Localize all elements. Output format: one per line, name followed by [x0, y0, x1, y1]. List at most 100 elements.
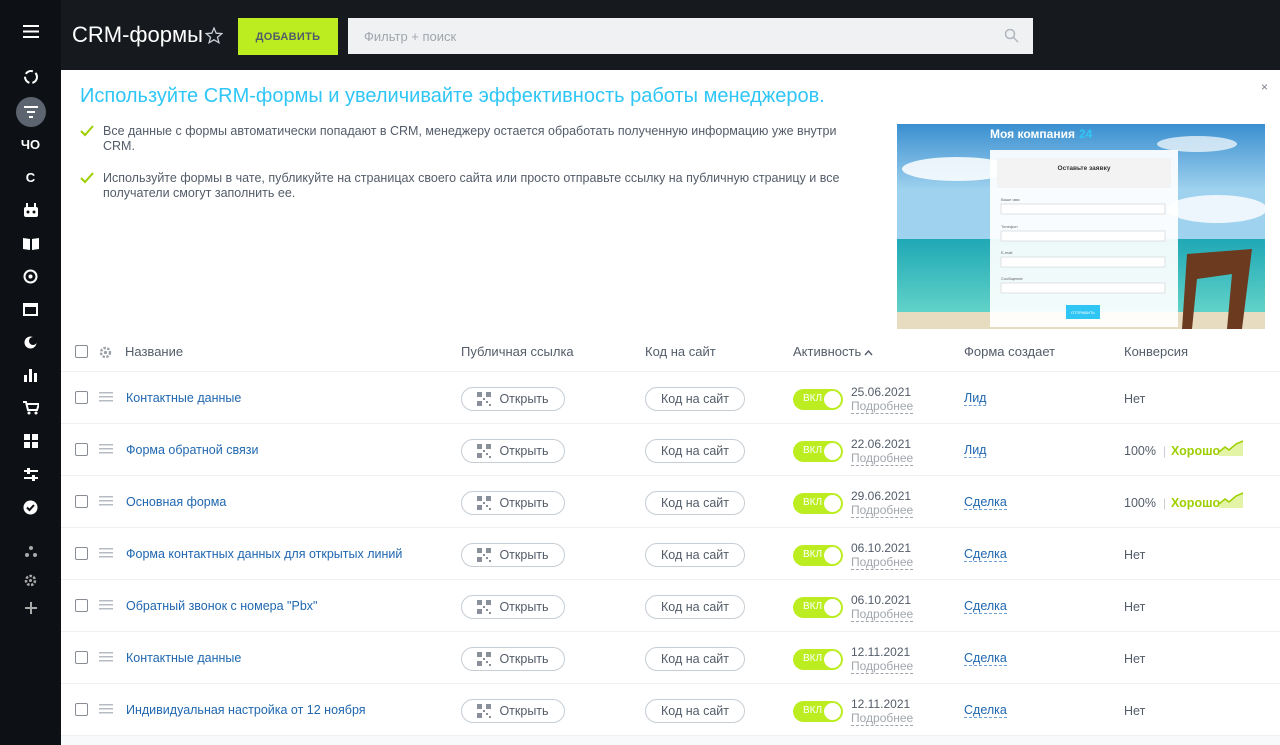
- created-entity-link[interactable]: Сделка: [964, 547, 1007, 562]
- created-entity-link[interactable]: Лид: [964, 391, 987, 406]
- site-code-button[interactable]: Код на сайт: [645, 439, 745, 463]
- row-checkbox[interactable]: [75, 599, 88, 612]
- form-name-link[interactable]: Контактные данные: [126, 391, 241, 405]
- drag-handle-icon[interactable]: [99, 444, 113, 454]
- row-checkbox[interactable]: [75, 443, 88, 456]
- created-entity-link[interactable]: Сделка: [964, 651, 1007, 666]
- drag-handle-icon[interactable]: [99, 704, 113, 714]
- column-header-creates[interactable]: Форма создает: [964, 344, 1055, 359]
- table-row[interactable]: Основная форма Открыть Код на сайт ВКЛ 29.06…: [61, 476, 1280, 528]
- details-link[interactable]: Подробнее: [851, 400, 914, 414]
- drag-handle-icon[interactable]: [99, 548, 113, 558]
- activity-toggle[interactable]: ВКЛ: [793, 441, 843, 462]
- created-entity-link[interactable]: Сделка: [964, 495, 1007, 510]
- table-row[interactable]: Контактные данные Открыть Код на сайт ВКЛ 12…: [61, 632, 1280, 684]
- column-header-name[interactable]: Название: [125, 344, 183, 359]
- open-public-link-button[interactable]: Открыть: [461, 699, 565, 723]
- table-row[interactable]: Форма обратной связи Открыть Код на сайт ВК…: [61, 424, 1280, 476]
- book-icon[interactable]: [15, 229, 46, 257]
- column-header-site-code[interactable]: Код на сайт: [645, 344, 716, 359]
- site-code-button[interactable]: Код на сайт: [645, 699, 745, 723]
- drag-handle-icon[interactable]: [99, 392, 113, 402]
- activity-toggle[interactable]: ВКЛ: [793, 389, 843, 410]
- form-name-link[interactable]: Индивидуальная настройка от 12 ноября: [126, 703, 366, 717]
- created-entity-link[interactable]: Сделка: [964, 599, 1007, 614]
- details-link[interactable]: Подробнее: [851, 452, 914, 466]
- site-code-button[interactable]: Код на сайт: [645, 595, 745, 619]
- rail-item-cho[interactable]: ЧО: [15, 130, 46, 158]
- created-entity-link[interactable]: Лид: [964, 443, 987, 458]
- column-settings-icon[interactable]: [99, 346, 112, 359]
- activity-toggle[interactable]: ВКЛ: [793, 545, 843, 566]
- moon-icon[interactable]: [15, 328, 46, 356]
- open-public-link-button[interactable]: Открыть: [461, 491, 565, 515]
- open-public-link-button[interactable]: Открыть: [461, 647, 565, 671]
- plus-icon[interactable]: [15, 594, 46, 622]
- qr-code-icon: [477, 704, 492, 718]
- activity-toggle[interactable]: ВКЛ: [793, 493, 843, 514]
- rail-item-s[interactable]: С: [15, 163, 46, 191]
- qr-code-icon: [477, 444, 492, 458]
- table-row[interactable]: Обратный звонок с номера "Pbx" Открыть Код…: [61, 580, 1280, 632]
- row-checkbox[interactable]: [75, 391, 88, 404]
- apps-icon[interactable]: [15, 427, 46, 455]
- row-checkbox[interactable]: [75, 547, 88, 560]
- details-link[interactable]: Подробнее: [851, 712, 914, 726]
- table-row[interactable]: Индивидуальная настройка от 12 ноября Отк…: [61, 684, 1280, 736]
- sliders-icon[interactable]: [15, 460, 46, 488]
- settings-icon[interactable]: [15, 566, 46, 594]
- open-public-link-button[interactable]: Открыть: [461, 543, 565, 567]
- banner-close-button[interactable]: ×: [1261, 80, 1268, 94]
- site-code-button[interactable]: Код на сайт: [645, 647, 745, 671]
- activity-toggle[interactable]: ВКЛ: [793, 701, 843, 722]
- table-row[interactable]: Форма контактных данных для открытых лин…: [61, 528, 1280, 580]
- window-icon[interactable]: [15, 295, 46, 323]
- star-icon[interactable]: [205, 27, 223, 44]
- robot-icon[interactable]: [15, 196, 46, 224]
- row-checkbox[interactable]: [75, 651, 88, 664]
- form-name-link[interactable]: Контактные данные: [126, 651, 241, 665]
- open-public-link-button[interactable]: Открыть: [461, 439, 565, 463]
- created-entity-link[interactable]: Сделка: [964, 703, 1007, 718]
- open-public-link-button[interactable]: Открыть: [461, 387, 565, 411]
- sort-asc-icon[interactable]: [864, 350, 873, 356]
- open-public-link-button[interactable]: Открыть: [461, 595, 565, 619]
- filter-icon[interactable]: [16, 97, 46, 127]
- search-icon[interactable]: [1004, 28, 1019, 43]
- target-icon[interactable]: [15, 262, 46, 290]
- row-checkbox[interactable]: [75, 703, 88, 716]
- form-name-link[interactable]: Форма контактных данных для открытых лин…: [126, 547, 402, 561]
- column-header-activity[interactable]: Активность: [793, 344, 861, 359]
- details-link[interactable]: Подробнее: [851, 608, 914, 622]
- form-name-link[interactable]: Основная форма: [126, 495, 226, 509]
- recycle-icon[interactable]: [15, 63, 46, 91]
- table-row[interactable]: Контактные данные Открыть Код на сайт ВКЛ 25…: [61, 372, 1280, 424]
- column-header-conversion[interactable]: Конверсия: [1124, 344, 1188, 359]
- check-circle-icon[interactable]: [15, 493, 46, 521]
- add-button[interactable]: ДОБАВИТЬ: [238, 18, 338, 55]
- site-code-button[interactable]: Код на сайт: [645, 543, 745, 567]
- column-header-public-link[interactable]: Публичная ссылка: [461, 344, 574, 359]
- network-icon[interactable]: [15, 537, 46, 565]
- form-name-link[interactable]: Обратный звонок с номера "Pbx": [126, 599, 317, 613]
- drag-handle-icon[interactable]: [99, 496, 113, 506]
- promo-banner: Используйте CRM-формы и увеличивайте эфф…: [61, 70, 1280, 332]
- site-code-button[interactable]: Код на сайт: [645, 387, 745, 411]
- drag-handle-icon[interactable]: [99, 652, 113, 662]
- activity-toggle[interactable]: ВКЛ: [793, 597, 843, 618]
- details-link[interactable]: Подробнее: [851, 504, 914, 518]
- site-code-button[interactable]: Код на сайт: [645, 491, 745, 515]
- details-link[interactable]: Подробнее: [851, 556, 914, 570]
- trend-up-icon: [1219, 440, 1243, 456]
- drag-handle-icon[interactable]: [99, 600, 113, 610]
- row-checkbox[interactable]: [75, 495, 88, 508]
- details-link[interactable]: Подробнее: [851, 660, 914, 674]
- search-box[interactable]: [348, 18, 1033, 54]
- chart-icon[interactable]: [15, 361, 46, 389]
- menu-icon[interactable]: [15, 17, 46, 45]
- activity-toggle[interactable]: ВКЛ: [793, 649, 843, 670]
- select-all-checkbox[interactable]: [75, 345, 88, 358]
- form-name-link[interactable]: Форма обратной связи: [126, 443, 258, 457]
- cart-icon[interactable]: [15, 394, 46, 422]
- search-input[interactable]: [364, 28, 984, 44]
